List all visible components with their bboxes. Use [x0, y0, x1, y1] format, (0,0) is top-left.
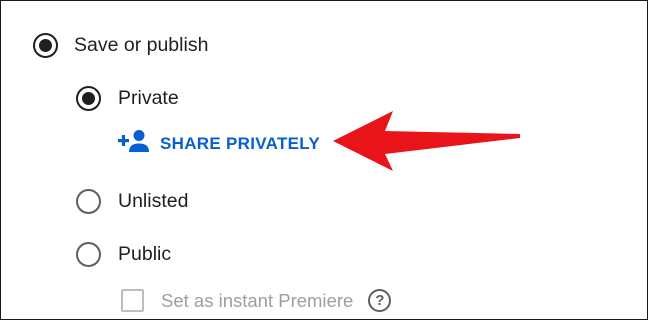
share-privately-label: SHARE PRIVATELY [160, 133, 321, 153]
public-radio[interactable] [76, 242, 101, 267]
private-option[interactable]: Private [76, 86, 179, 111]
instant-premiere-checkbox [121, 289, 144, 312]
public-label: Public [118, 243, 172, 265]
visibility-panel: Save or publish Private SHARE PRIVATELY … [0, 0, 648, 320]
private-radio[interactable] [76, 86, 101, 111]
private-label: Private [118, 87, 179, 109]
help-circle-icon[interactable]: ? [368, 289, 392, 312]
radio-selected-dot [39, 39, 52, 52]
red-arrow-pointer [333, 111, 520, 171]
add-person-icon [117, 129, 151, 158]
instant-premiere-label: Set as instant Premiere [161, 289, 354, 311]
share-privately-link[interactable]: SHARE PRIVATELY [117, 129, 320, 158]
save-or-publish-radio[interactable] [33, 33, 58, 58]
public-option[interactable]: Public [76, 242, 171, 267]
unlisted-radio[interactable] [76, 189, 101, 214]
instant-premiere-option: Set as instant Premiere ? [121, 289, 392, 312]
unlisted-label: Unlisted [118, 190, 189, 212]
save-or-publish-option[interactable]: Save or publish [33, 33, 208, 58]
save-or-publish-label: Save or publish [74, 34, 209, 56]
radio-selected-dot [82, 92, 95, 105]
unlisted-option[interactable]: Unlisted [76, 189, 188, 214]
